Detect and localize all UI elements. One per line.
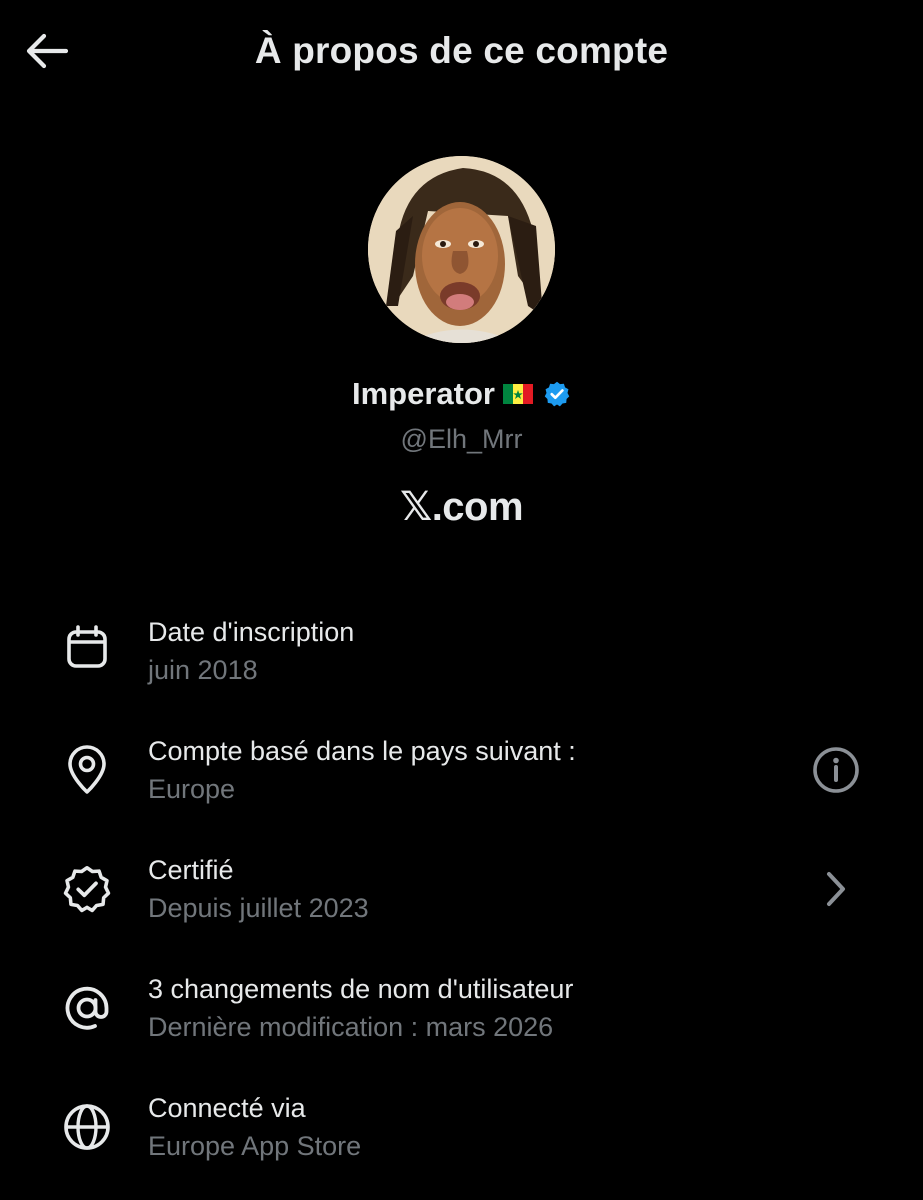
verified-badge-icon[interactable] — [543, 380, 571, 408]
info-item-country: Compte basé dans le pays suivant : Europ… — [0, 733, 923, 833]
at-sign-icon — [60, 981, 114, 1035]
location-pin-icon — [60, 743, 114, 797]
x-logo-icon: 𝕏 — [399, 485, 432, 529]
info-text-verified: Certifié Depuis juillet 2023 — [148, 852, 369, 926]
info-title: 3 changements de nom d'utilisateur — [148, 974, 574, 1004]
info-item-verified[interactable]: Certifié Depuis juillet 2023 — [0, 852, 923, 952]
display-name: Imperator — [352, 376, 495, 411]
info-title: Connecté via — [148, 1093, 306, 1123]
verified-check-icon — [60, 862, 114, 916]
header-bar: À propos de ce compte — [0, 0, 923, 106]
info-title: Date d'inscription — [148, 617, 355, 647]
brand-domain-text: .com — [431, 485, 524, 529]
info-item-connected-via: Connecté via Europe App Store — [0, 1090, 923, 1190]
chevron-right-icon[interactable] — [809, 862, 863, 916]
info-title: Compte basé dans le pays suivant : — [148, 736, 576, 766]
info-item-join-date: Date d'inscription juin 2018 — [0, 614, 923, 714]
profile-name-row: Imperator — [0, 376, 923, 412]
info-subtitle: Depuis juillet 2023 — [148, 893, 369, 923]
info-item-username-changes: 3 changements de nom d'utilisateur Derni… — [0, 971, 923, 1071]
brand-label: 𝕏.com — [0, 484, 923, 530]
info-subtitle: Dernière modification : mars 2026 — [148, 1012, 554, 1042]
info-subtitle: juin 2018 — [148, 655, 258, 685]
info-title: Certifié — [148, 855, 234, 885]
info-subtitle: Europe — [148, 774, 236, 804]
senegal-flag-icon — [502, 384, 533, 404]
info-text-username-changes: 3 changements de nom d'utilisateur Derni… — [148, 971, 573, 1045]
calendar-icon — [60, 620, 114, 674]
info-text-connected-via: Connecté via Europe App Store — [148, 1090, 361, 1164]
info-text-join-date: Date d'inscription juin 2018 — [148, 614, 354, 688]
avatar[interactable] — [368, 156, 555, 343]
profile-handle: @Elh_Mrr — [400, 424, 523, 454]
info-text-country: Compte basé dans le pays suivant : Europ… — [148, 733, 576, 807]
profile-avatar-image — [368, 156, 555, 343]
page-title: À propos de ce compte — [254, 30, 669, 71]
globe-icon — [60, 1100, 114, 1154]
info-subtitle: Europe App Store — [148, 1131, 362, 1161]
info-icon[interactable] — [809, 743, 863, 797]
